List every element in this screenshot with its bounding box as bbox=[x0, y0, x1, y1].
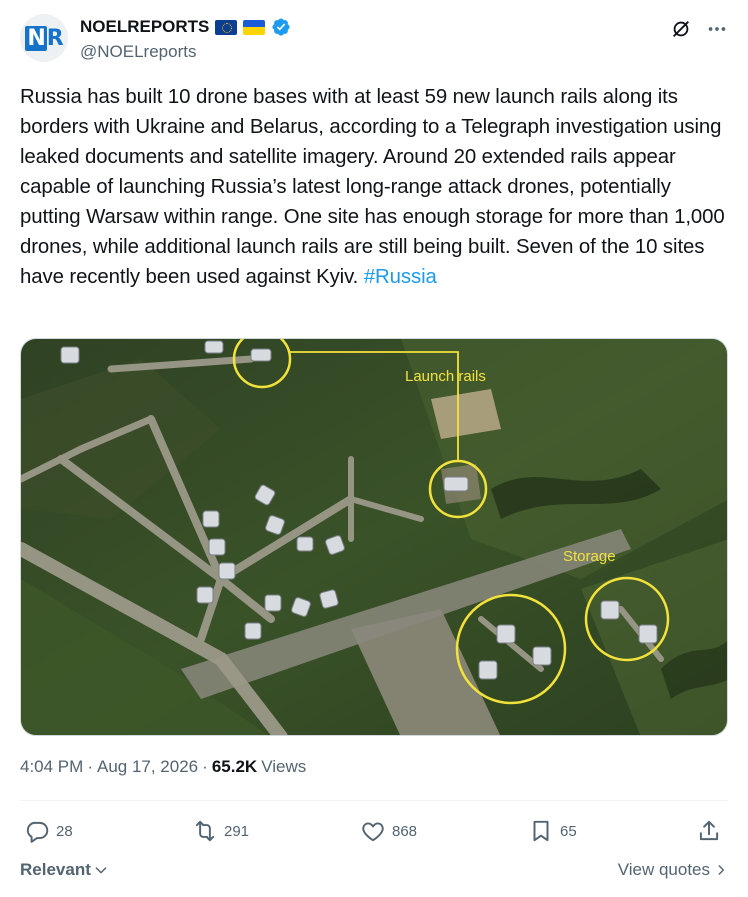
tweet-time[interactable]: 4:04 PM bbox=[20, 757, 83, 777]
tweet-body: Russia has built 10 drone bases with at … bbox=[20, 86, 725, 288]
views-count: 65.2K bbox=[211, 757, 258, 776]
grok-icon[interactable] bbox=[670, 18, 692, 40]
meta-separator: · bbox=[87, 757, 93, 776]
like-count: 868 bbox=[392, 822, 418, 840]
sort-dropdown[interactable]: Relevant bbox=[20, 860, 109, 880]
view-quotes-link[interactable]: View quotes bbox=[618, 860, 728, 880]
tweet-meta: 4:04 PM · Aug 17, 2026 · 65.2K Views bbox=[20, 757, 306, 777]
like-icon bbox=[362, 822, 384, 842]
replies-footer: Relevant View quotes bbox=[20, 860, 728, 884]
more-icon[interactable] bbox=[706, 18, 728, 40]
reply-count: 28 bbox=[56, 822, 73, 840]
action-bar: 28 291 868 65 bbox=[20, 812, 728, 852]
bookmark-icon bbox=[533, 820, 549, 842]
sort-label: Relevant bbox=[20, 860, 91, 879]
share-button[interactable] bbox=[696, 818, 722, 844]
chevron-down-icon bbox=[95, 867, 107, 874]
reply-icon bbox=[26, 821, 49, 843]
eu-flag-icon bbox=[215, 19, 238, 35]
label-storage: Storage bbox=[563, 548, 616, 565]
tweet-header: NR NOELREPORTS @NOELreports bbox=[20, 14, 728, 66]
like-button[interactable]: 868 bbox=[360, 818, 417, 844]
ukraine-flag-icon bbox=[243, 19, 266, 35]
bookmark-button[interactable]: 65 bbox=[528, 818, 577, 844]
bookmark-count: 65 bbox=[560, 822, 577, 840]
satellite-image-graphic: Launch rails Storage bbox=[21, 339, 727, 735]
label-launch-rails: Launch rails bbox=[405, 368, 486, 385]
avatar-logo: NR bbox=[25, 25, 64, 51]
repost-count: 291 bbox=[224, 822, 250, 840]
hashtag-link[interactable]: #Russia bbox=[364, 266, 437, 288]
chevron-right-icon bbox=[718, 865, 725, 875]
satellite-image[interactable]: Launch rails Storage bbox=[20, 338, 728, 736]
divider bbox=[20, 800, 728, 801]
repost-button[interactable]: 291 bbox=[192, 818, 249, 844]
tweet-text: Russia has built 10 drone bases with at … bbox=[20, 82, 732, 292]
view-quotes-label: View quotes bbox=[617, 860, 710, 879]
avatar[interactable]: NR bbox=[20, 14, 68, 62]
share-icon bbox=[699, 820, 719, 841]
repost-icon bbox=[195, 820, 215, 842]
author-name-row: NOELREPORTS bbox=[80, 16, 291, 38]
author-name[interactable]: NOELREPORTS bbox=[80, 17, 209, 37]
tweet-date[interactable]: Aug 17, 2026 bbox=[97, 757, 198, 777]
meta-separator: · bbox=[202, 757, 208, 776]
verified-badge-icon bbox=[272, 18, 290, 36]
views-label: Views bbox=[261, 757, 307, 776]
author-handle[interactable]: @NOELreports bbox=[80, 42, 196, 62]
reply-button[interactable]: 28 bbox=[24, 818, 73, 844]
